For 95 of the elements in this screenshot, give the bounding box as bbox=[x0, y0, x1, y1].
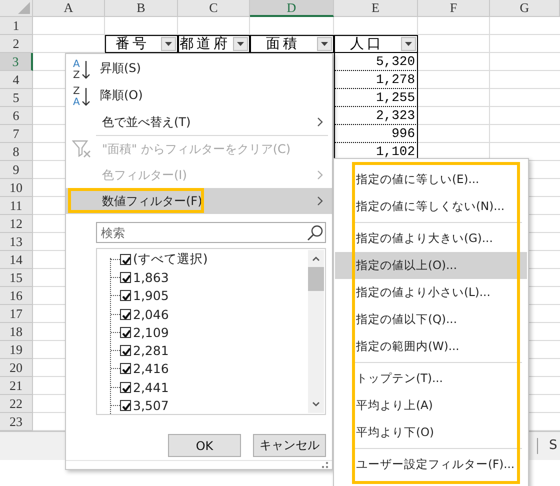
table-cell: 5,320 bbox=[334, 53, 418, 71]
row-header[interactable]: 13 bbox=[0, 233, 33, 251]
value-label[interactable]: 2,441 bbox=[133, 380, 169, 395]
value-label[interactable]: 2,109 bbox=[133, 324, 169, 340]
value-label[interactable]: (すべて選択) bbox=[133, 250, 208, 268]
scrollbar-thumb[interactable] bbox=[308, 267, 324, 291]
row-header[interactable]: 18 bbox=[0, 323, 33, 341]
value-label[interactable]: 2,046 bbox=[133, 306, 169, 322]
table-cell: 1,278 bbox=[334, 71, 418, 89]
checkbox[interactable] bbox=[120, 308, 131, 320]
column-header[interactable]: B bbox=[105, 0, 178, 17]
value-label[interactable]: 2,281 bbox=[133, 343, 169, 358]
column-heading: 番号 bbox=[116, 35, 150, 53]
filter-dropdown-button[interactable] bbox=[317, 37, 332, 51]
row-header[interactable]: 22 bbox=[0, 395, 33, 413]
triangle-icon bbox=[18, 2, 30, 14]
chevron-right-icon bbox=[317, 170, 323, 180]
checkbox[interactable] bbox=[120, 382, 131, 393]
checkbox[interactable] bbox=[120, 345, 131, 356]
row-header[interactable]: 7 bbox=[0, 125, 33, 143]
scroll-up-icon[interactable] bbox=[312, 256, 320, 261]
resize-grip-icon[interactable] bbox=[322, 462, 328, 468]
table-cell: 996 bbox=[334, 125, 418, 143]
checkbox[interactable] bbox=[120, 272, 131, 283]
menu-item[interactable]: 指定の範囲内(W)... bbox=[335, 333, 527, 360]
row-header[interactable]: 5 bbox=[0, 89, 33, 107]
checkbox[interactable] bbox=[120, 326, 131, 338]
table-cell: 2,323 bbox=[334, 107, 418, 125]
caret-icon bbox=[237, 42, 244, 46]
column-heading: 都道府 bbox=[180, 35, 230, 53]
menu-item[interactable]: 指定の値以上(O)... bbox=[335, 252, 527, 279]
row-header[interactable]: 3 bbox=[0, 53, 33, 71]
column-header[interactable]: C bbox=[178, 0, 250, 17]
column-header[interactable]: G bbox=[490, 0, 560, 17]
checkbox[interactable] bbox=[120, 363, 131, 374]
row-header[interactable]: 19 bbox=[0, 341, 33, 359]
column-heading: 人口 bbox=[350, 35, 384, 53]
caret-icon bbox=[165, 42, 172, 46]
menu-item[interactable]: ユーザー設定フィルター(F)... bbox=[335, 451, 527, 478]
column-header[interactable]: F bbox=[418, 0, 490, 17]
row-header[interactable]: 17 bbox=[0, 305, 33, 323]
menu-item[interactable]: 指定の値より小さい(L)... bbox=[335, 279, 527, 306]
menu-item[interactable]: 指定の値に等しい(E)... bbox=[335, 166, 527, 193]
value-label[interactable]: 2,416 bbox=[133, 361, 169, 376]
search-field[interactable]: 検索 bbox=[96, 222, 326, 243]
row-header[interactable]: 20 bbox=[0, 359, 33, 377]
row-header[interactable]: 14 bbox=[0, 251, 33, 269]
menu-item[interactable]: A Z 昇順(S) bbox=[66, 55, 332, 82]
menu-item[interactable]: 平均より下(O) bbox=[335, 419, 527, 446]
row-header[interactable]: 2 bbox=[0, 35, 33, 53]
ok-button[interactable]: OK bbox=[168, 434, 241, 457]
table-cell: 1,255 bbox=[334, 89, 418, 107]
column-header[interactable]: A bbox=[33, 0, 105, 17]
row-header[interactable]: 8 bbox=[0, 143, 33, 161]
value-label[interactable]: 1,905 bbox=[133, 288, 169, 304]
filter-dropdown-button[interactable] bbox=[161, 37, 176, 51]
menu-item[interactable]: トップテン(T)... bbox=[335, 365, 527, 392]
row-header[interactable]: 1 bbox=[0, 17, 33, 35]
column-header[interactable]: D bbox=[250, 0, 334, 17]
menu-item[interactable]: 指定の値以下(Q)... bbox=[335, 306, 527, 333]
caret-icon bbox=[321, 42, 328, 46]
menu-item[interactable]: 指定の値に等しくない(N)... bbox=[335, 193, 527, 220]
checkbox[interactable] bbox=[120, 400, 131, 412]
row-header[interactable]: 6 bbox=[0, 107, 33, 125]
value-label[interactable]: 1,863 bbox=[133, 270, 169, 285]
menu-item[interactable]: 平均より上(A) bbox=[335, 392, 527, 419]
row-header[interactable]: 4 bbox=[0, 71, 33, 89]
checkbox[interactable] bbox=[120, 290, 131, 302]
clear-filter-icon bbox=[72, 139, 92, 159]
menu-item[interactable]: 数値フィルター(F) bbox=[66, 188, 332, 214]
scroll-down-icon[interactable] bbox=[312, 402, 320, 407]
filter-dropdown-button[interactable] bbox=[401, 37, 416, 51]
row-header[interactable]: 9 bbox=[0, 161, 33, 179]
cancel-button[interactable]: キャンセル bbox=[253, 434, 326, 457]
row-header[interactable]: 23 bbox=[0, 413, 33, 431]
chevron-right-icon bbox=[317, 196, 323, 206]
column-heading: 面積 bbox=[266, 35, 300, 53]
filter-dropdown-button[interactable] bbox=[233, 37, 248, 51]
menu-item[interactable]: Z A 降順(O) bbox=[66, 82, 332, 109]
menu-item[interactable]: 指定の値より大きい(G)... bbox=[335, 225, 527, 252]
sheet-tab[interactable]: S bbox=[549, 438, 558, 453]
row-header[interactable]: 15 bbox=[0, 269, 33, 287]
row-header[interactable]: 12 bbox=[0, 215, 33, 233]
menu-item[interactable]: 色で並べ替え(T) bbox=[66, 109, 332, 135]
checkbox[interactable] bbox=[120, 254, 131, 265]
caret-icon bbox=[405, 42, 412, 46]
row-header[interactable]: 21 bbox=[0, 377, 33, 395]
value-label[interactable]: 3,507 bbox=[133, 398, 169, 414]
search-icon bbox=[307, 225, 323, 241]
row-header[interactable]: 16 bbox=[0, 287, 33, 305]
row-header[interactable]: 11 bbox=[0, 197, 33, 215]
row-header[interactable]: 10 bbox=[0, 179, 33, 197]
column-header[interactable]: E bbox=[334, 0, 418, 17]
scrollbar[interactable] bbox=[308, 250, 324, 413]
chevron-right-icon bbox=[317, 117, 323, 127]
